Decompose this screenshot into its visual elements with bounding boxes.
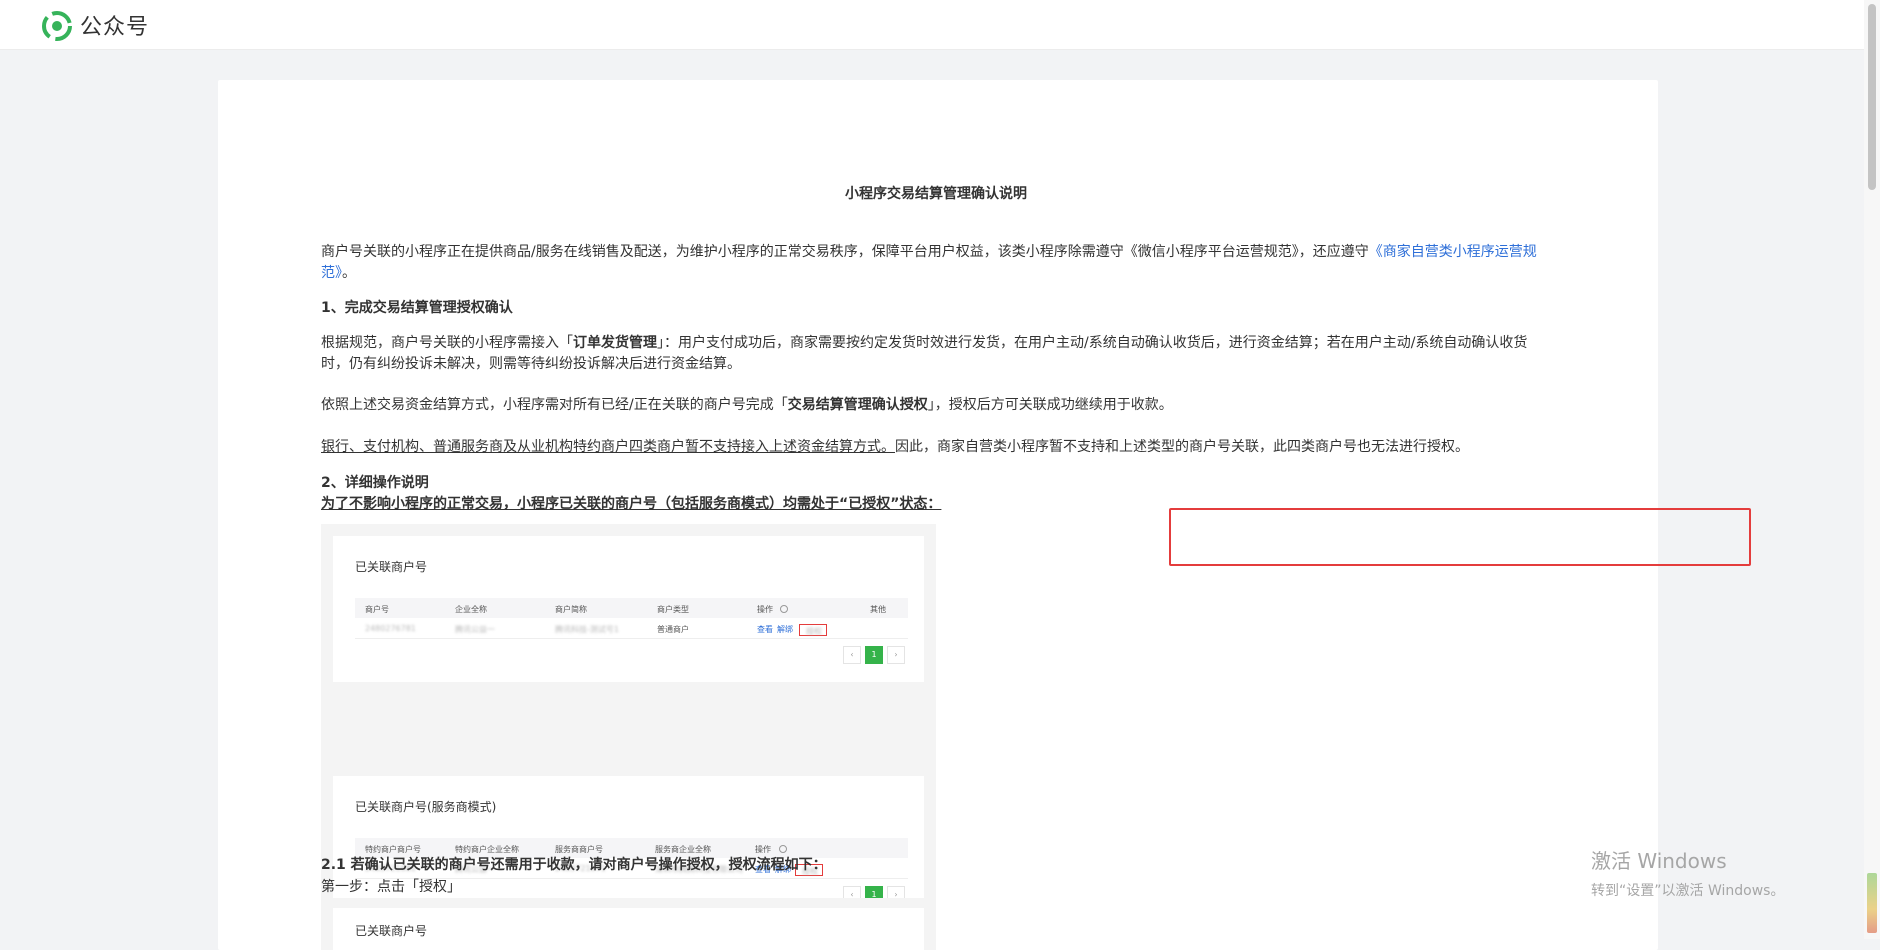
company-cell: 腾讯公益一 [455,625,495,634]
view-link[interactable]: 查看 [757,624,773,635]
table-row: 2480276781 腾讯公益一 腾讯科技-测试号1 普通商户 查看 解绑 授权 [355,618,908,639]
step1-panel: 已关联商户号 [333,908,924,950]
column-header: 企业全称 [455,605,487,614]
section2-heading: 2、详细操作说明 [321,475,429,491]
short-name-cell: 腾讯科技-测试号1 [555,625,619,634]
basis-prefix: 依照上述交易资金结算方式，小程序需对所有已经/正在关联的商户号完成「 [321,397,788,413]
linked-merchants-panel: 已关联商户号 商户号 企业全称 商户简称 商户类型 操作 其他 24802767… [333,536,924,682]
wechat-mp-logo-icon [42,11,72,41]
page-number[interactable]: 1 [865,646,883,664]
panel-title: 已关联商户号(服务商模式) [355,800,497,814]
highlight-annotation-box [1169,508,1751,566]
intro-paragraph: 商户号关联的小程序正在提供商品/服务在线销售及配送，为维护小程序的正常交易秩序，… [321,242,1551,284]
windows-activation-watermark: 激活 Windows 转到“设置”以激活 Windows。 [1591,845,1784,900]
column-header: 服务商企业全称 [655,845,711,854]
order-shipping-label: 订单发货管理 [573,335,657,351]
column-header: 商户号 [365,605,389,614]
next-page-button[interactable]: › [887,646,905,664]
authorize-link[interactable]: 授权 [799,624,827,636]
column-header: 操作 [757,605,773,614]
section1-heading: 1、完成交易结算管理授权确认 [321,300,513,316]
info-icon [780,604,788,613]
rule-prefix: 根据规范，商户号关联的小程序需接入「 [321,335,573,351]
bank-consequence-text: 因此，商家自营类小程序暂不支持和上述类型的商户号关联，此四类商户号也无法进行授权… [895,439,1469,455]
scrollbar-thumb[interactable] [1868,4,1876,190]
basis-paragraph: 依照上述交易资金结算方式，小程序需对所有已经/正在关联的商户号完成「交易结算管理… [321,395,1551,416]
column-header: 商户简称 [555,605,587,614]
watermark-line2: 转到“设置”以激活 Windows。 [1591,883,1785,899]
prev-page-button[interactable]: ‹ [843,646,861,664]
bank-unsupported-text: 银行、支付机构、普通服务商及从业机构特约商户四类商户暂不支持接入上述资金结算方式… [321,439,895,455]
merchant-id-cell: 2480276781 [365,624,416,633]
document-card: 小程序交易结算管理确认说明 商户号关联的小程序正在提供商品/服务在线销售及配送，… [218,80,1751,950]
linked-merchants-screenshot: 已关联商户号 商户号 企业全称 商户简称 商户类型 操作 其他 24802767… [321,524,936,770]
scrollbar-side-decoration [1867,873,1877,933]
settlement-auth-label: 交易结算管理确认授权 [787,397,928,413]
column-header: 其他 [870,605,886,614]
unbind-link[interactable]: 解绑 [777,624,793,635]
authorize-label: 授权 [806,627,822,636]
merchant-type-cell: 普通商户 [657,625,689,634]
column-header: 服务商商户号 [555,845,603,854]
panel-title: 已关联商户号 [355,560,428,574]
step1-text: 第一步：点击「授权」 [321,879,461,895]
table-header: 商户号 企业全称 商户简称 商户类型 操作 其他 [355,598,908,618]
top-bar: 公众号 [0,0,1864,50]
bank-paragraph: 银行、支付机构、普通服务商及从业机构特约商户四类商户暂不支持接入上述资金结算方式… [321,437,1551,458]
column-header: 商户类型 [657,605,689,614]
intro-text: 商户号关联的小程序正在提供商品/服务在线销售及配送，为维护小程序的正常交易秩序，… [321,244,1369,260]
intro-suffix: 。 [342,265,356,281]
column-header: 特约商户企业全称 [455,845,519,854]
step1-screenshot: 已关联商户号 [321,898,936,950]
watermark-line1: 激活 Windows [1591,849,1727,873]
info-icon [779,844,787,853]
merchant-table: 商户号 企业全称 商户简称 商户类型 操作 其他 2480276781 腾讯公益… [355,598,908,639]
column-header: 操作 [755,845,771,854]
brand-name[interactable]: 公众号 [80,9,149,41]
column-header: 特约商户商户号 [365,845,421,854]
rule-paragraph: 根据规范，商户号关联的小程序需接入「订单发货管理」：用户支付成功后，商家需要按约… [321,333,1551,375]
section21-heading: 2.1 若确认已关联的商户号还需用于收款，请对商户号操作授权，授权流程如下： [321,857,827,873]
page-title: 小程序交易结算管理确认说明 [845,186,1027,202]
panel-title: 已关联商户号 [355,924,428,938]
page-scrollbar[interactable] [1864,0,1880,939]
basis-suffix: 」，授权后方可关联成功继续用于收款。 [927,397,1173,413]
